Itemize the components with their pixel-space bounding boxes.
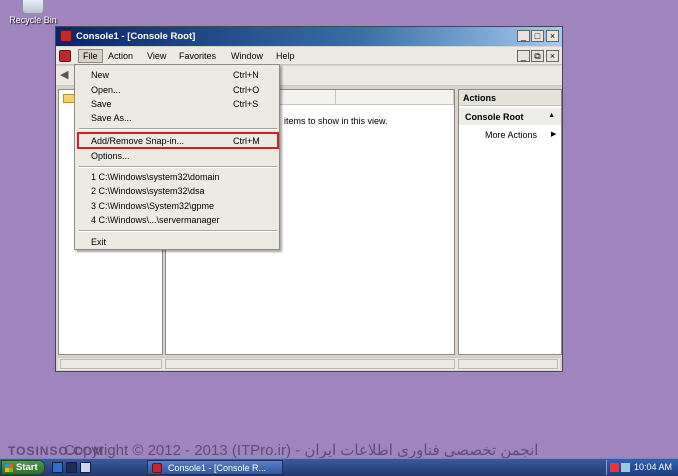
menu-item-add-remove-snap-in[interactable]: Add/Remove Snap-in... xyxy=(91,136,184,146)
menu-help[interactable]: Help xyxy=(272,50,299,62)
taskbar-button-console1[interactable]: Console1 - [Console R... xyxy=(147,460,283,475)
back-arrow-icon[interactable]: ◀ xyxy=(60,69,72,81)
show-desktop-icon[interactable] xyxy=(80,462,91,473)
powershell-icon[interactable] xyxy=(66,462,77,473)
clock[interactable]: 10:04 AM xyxy=(634,462,672,472)
inner-restore-button[interactable]: ⧉ xyxy=(531,50,544,62)
file-menu-dropdown: New Ctrl+N Open... Ctrl+O Save Ctrl+S Sa… xyxy=(74,64,280,250)
window-title: Console1 - [Console Root] xyxy=(76,31,196,42)
shortcut-save: Ctrl+S xyxy=(233,99,259,109)
taskbar-button-label: Console1 - [Console R... xyxy=(168,463,267,473)
menu-item-recent-3[interactable]: 3 C:\Windows\System32\gpme xyxy=(91,201,214,211)
menu-item-recent-2[interactable]: 2 C:\Windows\system32\dsa xyxy=(91,186,205,196)
inner-close-button[interactable]: × xyxy=(546,50,559,62)
menu-file[interactable]: File xyxy=(78,49,103,63)
windows-logo-icon xyxy=(5,464,13,472)
status-bar xyxy=(58,357,560,370)
menu-window[interactable]: Window xyxy=(227,50,267,62)
menu-item-save[interactable]: Save xyxy=(91,99,112,109)
inner-minimize-button[interactable]: _ xyxy=(517,50,530,62)
menu-item-exit[interactable]: Exit xyxy=(91,237,106,247)
console-icon[interactable] xyxy=(59,50,71,62)
shortcut-open: Ctrl+O xyxy=(233,85,260,95)
actions-section-label: Console Root xyxy=(465,112,524,122)
menu-separator xyxy=(79,166,277,168)
restore-button[interactable]: □ xyxy=(531,30,544,42)
recycle-bin-label: Recycle Bin xyxy=(9,15,57,25)
submenu-arrow-icon: ▶ xyxy=(551,131,557,138)
watermark-copyright: Copyright © 2012 - 2013 (ITPro.ir) - انج… xyxy=(64,442,539,459)
minimize-button[interactable]: _ xyxy=(517,30,530,42)
menu-separator xyxy=(79,128,277,130)
status-cell-1 xyxy=(60,359,162,369)
menu-item-open[interactable]: Open... xyxy=(91,85,121,95)
recycle-bin-icon xyxy=(22,0,44,14)
start-button[interactable]: Start xyxy=(1,460,45,475)
status-cell-3 xyxy=(458,359,558,369)
status-cell-2 xyxy=(165,359,455,369)
actions-section-console-root[interactable]: Console Root ▲ xyxy=(459,108,561,125)
security-alert-icon[interactable] xyxy=(610,463,619,472)
empty-message: items to show in this view. xyxy=(284,116,388,126)
close-button[interactable]: × xyxy=(546,30,559,42)
column-header-2[interactable] xyxy=(336,90,454,105)
taskbar: Start Console1 - [Console R... 10:04 AM xyxy=(0,458,678,476)
menu-favorites[interactable]: Favorites xyxy=(175,50,220,62)
actions-header: Actions xyxy=(459,90,561,106)
menu-action[interactable]: Action xyxy=(104,50,137,62)
menu-item-recent-1[interactable]: 1 C:\Windows\system32\domain xyxy=(91,172,220,182)
actions-pane: Actions Console Root ▲ More Actions ▶ xyxy=(458,89,562,355)
menu-bar: File Action View Favorites Window Help _… xyxy=(56,47,562,65)
mmc-app-icon xyxy=(152,463,162,473)
collapse-triangle-icon[interactable]: ▲ xyxy=(548,112,555,119)
title-bar[interactable]: Console1 - [Console Root] _ □ × xyxy=(56,27,562,46)
shortcut-new: Ctrl+N xyxy=(233,70,259,80)
shortcut-add-remove-snap-in: Ctrl+M xyxy=(233,136,260,146)
recycle-bin[interactable]: Recycle Bin xyxy=(6,0,60,25)
menu-item-options[interactable]: Options... xyxy=(91,151,130,161)
menu-separator xyxy=(79,230,277,232)
menu-view[interactable]: View xyxy=(143,50,170,62)
more-actions-link[interactable]: More Actions xyxy=(485,130,537,140)
start-label: Start xyxy=(16,462,38,473)
system-tray: 10:04 AM xyxy=(606,460,678,475)
menu-item-recent-4[interactable]: 4 C:\Windows\...\servermanager xyxy=(91,215,220,225)
network-icon[interactable] xyxy=(621,463,630,472)
menu-item-save-as[interactable]: Save As... xyxy=(91,113,132,123)
server-manager-icon[interactable] xyxy=(52,462,63,473)
menu-item-new[interactable]: New xyxy=(91,70,109,80)
mmc-app-icon xyxy=(60,30,72,42)
